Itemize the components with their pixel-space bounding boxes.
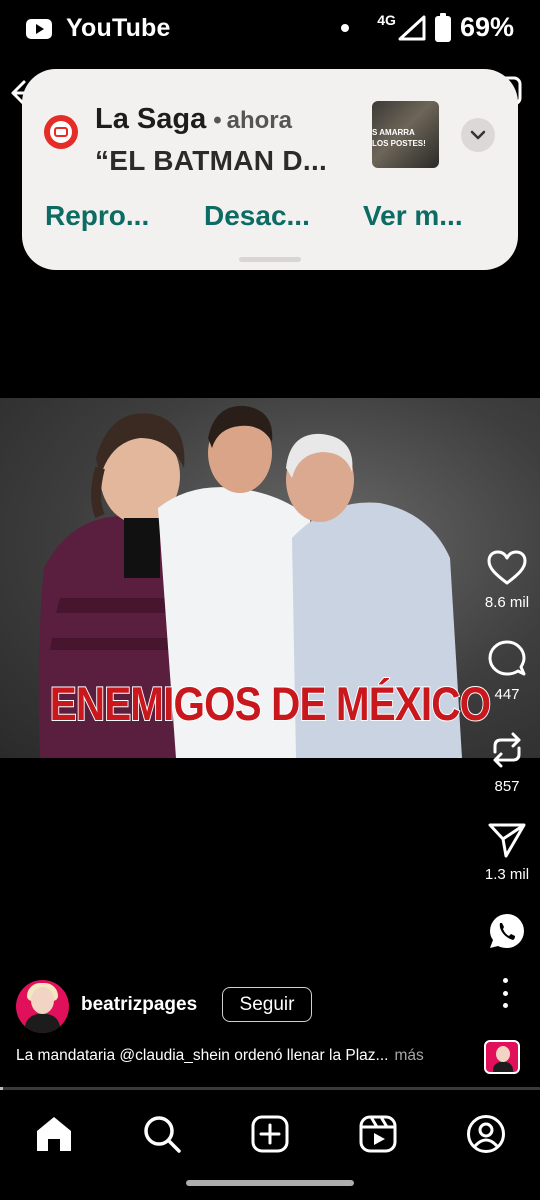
comment-action[interactable]: 447 — [478, 640, 536, 703]
nav-search[interactable] — [140, 1112, 184, 1156]
repost-icon — [493, 732, 521, 768]
status-app-label: YouTube — [66, 14, 171, 42]
battery-percent: 69% — [459, 12, 514, 42]
home-icon — [37, 1117, 71, 1151]
notification-drag-handle[interactable] — [239, 257, 301, 262]
notification-actions: Repro... Desac... Ver m... — [45, 200, 505, 240]
notification-dot-icon — [341, 23, 350, 32]
profile-icon — [467, 1115, 505, 1153]
more-options-icon[interactable] — [495, 978, 515, 1008]
post-author-row: beatrizpages Seguir — [16, 978, 526, 1034]
repost-count: 857 — [494, 778, 520, 795]
notification-app-name: La Saga — [95, 103, 207, 135]
gesture-handle[interactable] — [186, 1180, 354, 1186]
heart-icon — [487, 550, 527, 585]
post-image[interactable]: ENEMIGOS DE MÉXICO — [0, 398, 540, 758]
thumbnail-text: S AMARRA LOS POSTES! — [372, 128, 426, 148]
send-icon — [488, 823, 526, 858]
like-action[interactable]: 8.6 mil — [478, 550, 536, 611]
post-image-overlay-text: ENEMIGOS DE MÉXICO — [49, 676, 492, 731]
caption-text: La mandataria @claudia_shein ordenó llen… — [16, 1047, 389, 1064]
whatsapp-share-action[interactable] — [478, 912, 536, 950]
status-right: 4G 69% — [341, 12, 514, 43]
youtube-icon — [26, 18, 52, 39]
notification-title: “EL BATMAN D... — [95, 145, 328, 176]
notification-action-play[interactable]: Repro... — [45, 200, 149, 232]
create-icon — [251, 1115, 289, 1153]
notification-thumbnail: S AMARRA LOS POSTES! — [372, 101, 439, 168]
reels-icon — [359, 1115, 397, 1153]
nav-create[interactable] — [248, 1112, 292, 1156]
heads-up-notification[interactable]: La Saga • ahora “EL BATMAN D... S AMARRA… — [22, 69, 518, 270]
signal-icon — [398, 15, 426, 40]
like-count: 8.6 mil — [484, 594, 530, 611]
nav-reels[interactable] — [356, 1112, 400, 1156]
battery-icon — [434, 12, 451, 42]
notification-time: ahora — [226, 107, 292, 134]
status-bar: YouTube 4G 69% — [0, 0, 540, 60]
nav-home[interactable] — [32, 1112, 76, 1156]
bottom-nav — [0, 1090, 540, 1176]
notification-action-disable[interactable]: Desac... — [204, 200, 310, 232]
notification-action-view-more[interactable]: Ver m... — [363, 200, 463, 232]
comment-count: 447 — [494, 686, 520, 703]
expand-notification-button[interactable] — [461, 118, 495, 152]
share-action[interactable]: 1.3 mil — [478, 822, 536, 883]
caption-more-link[interactable]: más — [394, 1047, 423, 1064]
network-type: 4G — [377, 11, 396, 28]
repost-action[interactable]: 857 — [478, 730, 536, 795]
author-username[interactable]: beatrizpages — [81, 994, 197, 1016]
youtube-app-icon — [44, 115, 78, 149]
avatar[interactable] — [16, 980, 69, 1033]
share-count: 1.3 mil — [484, 866, 530, 883]
post-caption[interactable]: La mandataria @claudia_shein ordenó llen… — [16, 1047, 424, 1065]
notification-separator: • — [213, 107, 222, 134]
chevron-down-icon — [470, 130, 486, 140]
follow-button[interactable]: Seguir — [222, 987, 312, 1022]
status-app-indicator: YouTube — [26, 14, 171, 43]
notification-header: La Saga • ahora — [95, 103, 292, 136]
audio-thumbnail[interactable] — [484, 1040, 520, 1074]
search-icon — [144, 1116, 181, 1153]
nav-profile[interactable] — [464, 1112, 508, 1156]
comment-icon — [488, 640, 526, 676]
whatsapp-icon — [490, 914, 524, 948]
